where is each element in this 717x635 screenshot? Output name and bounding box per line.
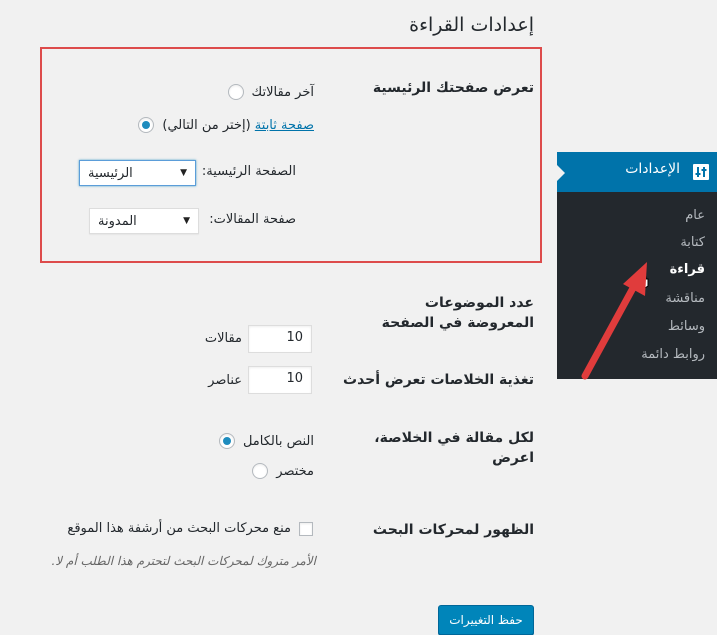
- posts-page-label: صفحة المقالات:: [209, 212, 296, 227]
- radio-summary-input[interactable]: [252, 463, 269, 479]
- front-page-label: تعرض صفحتك الرئيسية: [372, 80, 534, 96]
- settings-sliders-icon: [693, 164, 709, 180]
- admin-menu-settings-label: الإعدادات: [625, 161, 680, 177]
- posts-per-page-input[interactable]: 10: [248, 325, 312, 353]
- chevron-down-icon: ▼: [180, 168, 187, 178]
- radio-static-page-input[interactable]: [138, 117, 155, 133]
- posts-per-page-suffix: مقالات: [204, 331, 242, 346]
- homepage-select-value: الرئيسية: [88, 165, 133, 181]
- submenu-item-discussion[interactable]: مناقشة: [665, 291, 705, 306]
- feed-content-label: لكل مقالة في الخلاصة، اعرض: [374, 430, 534, 466]
- posts-page-select[interactable]: المدونة ▼: [89, 208, 199, 234]
- discourage-search-checkbox[interactable]: [299, 522, 313, 536]
- homepage-label: الصفحة الرئيسية:: [201, 164, 296, 179]
- search-visibility-description: الأمر متروك لمحركات البحث لتحترم هذا الط…: [51, 554, 316, 568]
- static-page-link[interactable]: صفحة ثابتة: [255, 118, 314, 133]
- save-changes-button[interactable]: حفظ التغييرات: [438, 605, 534, 635]
- chevron-down-icon: ▼: [183, 216, 190, 226]
- radio-latest-posts-input[interactable]: [227, 84, 244, 100]
- radio-latest-posts[interactable]: آخر مقالاتك: [227, 84, 314, 100]
- radio-static-page[interactable]: صفحة ثابتة (إختر من التالي): [138, 117, 314, 133]
- feed-items-suffix: عناصر: [208, 373, 242, 388]
- menu-current-notch: [557, 165, 565, 181]
- red-arrow-icon: [581, 262, 647, 380]
- submenu-item-writing[interactable]: كتابة: [680, 235, 705, 250]
- radio-full-text-label: النص بالكامل: [242, 433, 314, 449]
- feed-items-input[interactable]: 10: [248, 366, 312, 394]
- radio-full-text[interactable]: النص بالكامل: [218, 433, 314, 449]
- page-title: إعدادات القراءة: [409, 14, 534, 36]
- submenu-item-general[interactable]: عام: [685, 208, 705, 223]
- submenu-item-reading[interactable]: قراءة: [670, 262, 705, 277]
- radio-summary-label: مختصر: [276, 463, 314, 479]
- static-page-label: (إختر من التالي): [162, 117, 251, 133]
- submenu-item-media[interactable]: وسائط: [668, 319, 705, 334]
- feed-items-label: تغذية الخلاصات تعرض أحدث: [343, 372, 534, 388]
- homepage-select[interactable]: الرئيسية ▼: [79, 160, 196, 186]
- radio-summary[interactable]: مختصر: [252, 463, 314, 479]
- posts-per-page-label: عدد الموضوعات المعروضة في الصفحة: [381, 295, 534, 331]
- radio-latest-posts-label: آخر مقالاتك: [251, 84, 314, 100]
- discourage-search-label: منع محركات البحث من أرشفة هذا الموقع: [67, 521, 291, 536]
- search-visibility-label: الظهور لمحركات البحث: [372, 522, 534, 538]
- radio-full-text-input[interactable]: [218, 433, 235, 449]
- posts-page-select-value: المدونة: [98, 213, 137, 229]
